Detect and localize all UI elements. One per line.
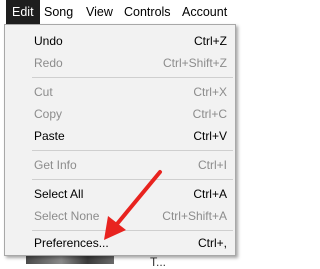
menu-bar: Edit Song View Controls Account xyxy=(0,0,241,24)
menu-item-shortcut: Ctrl+Z xyxy=(194,34,227,48)
menu-item-preferences[interactable]: Preferences... Ctrl+, xyxy=(5,232,235,254)
menu-item-select-all[interactable]: Select All Ctrl+A xyxy=(5,183,235,205)
menu-item-shortcut: Ctrl+Shift+Z xyxy=(162,56,227,70)
menu-item-label: Preferences... xyxy=(34,236,109,250)
menu-item-label: Copy xyxy=(34,107,63,121)
menu-account[interactable]: Account xyxy=(182,0,227,24)
menu-item-shortcut: Ctrl+X xyxy=(193,85,227,99)
menu-item-label: Get Info xyxy=(34,158,77,172)
menu-controls[interactable]: Controls xyxy=(124,0,171,24)
menu-item-copy[interactable]: Copy Ctrl+C xyxy=(5,103,235,125)
menu-separator xyxy=(32,150,233,151)
menu-item-label: Undo xyxy=(34,34,63,48)
menu-item-label: Select None xyxy=(34,209,100,223)
menu-item-shortcut: Ctrl+A xyxy=(193,187,227,201)
menu-item-get-info[interactable]: Get Info Ctrl+I xyxy=(5,154,235,176)
menu-item-shortcut: Ctrl+V xyxy=(193,129,227,143)
album-artwork xyxy=(26,256,114,264)
edit-menu-dropdown: Undo Ctrl+Z Redo Ctrl+Shift+Z Cut Ctrl+X… xyxy=(4,24,236,256)
menu-separator xyxy=(32,179,233,180)
menu-item-label: Redo xyxy=(34,56,63,70)
menu-item-select-none[interactable]: Select None Ctrl+Shift+A xyxy=(5,205,235,227)
menu-item-redo[interactable]: Redo Ctrl+Shift+Z xyxy=(5,52,235,74)
menu-item-shortcut: Ctrl+, xyxy=(197,236,227,250)
menu-item-label: Cut xyxy=(34,85,53,99)
menu-song[interactable]: Song xyxy=(44,0,73,24)
menu-separator xyxy=(32,77,233,78)
background-text: T... xyxy=(150,255,167,269)
menu-item-label: Select All xyxy=(34,187,84,201)
menu-view[interactable]: View xyxy=(86,0,113,24)
menu-item-label: Paste xyxy=(34,129,65,143)
menu-item-cut[interactable]: Cut Ctrl+X xyxy=(5,81,235,103)
menu-item-undo[interactable]: Undo Ctrl+Z xyxy=(5,30,235,52)
menu-item-paste[interactable]: Paste Ctrl+V xyxy=(5,125,235,147)
menu-edit[interactable]: Edit xyxy=(6,0,40,24)
menu-item-shortcut: Ctrl+C xyxy=(192,107,227,121)
menu-item-shortcut: Ctrl+I xyxy=(197,158,227,172)
menu-separator xyxy=(32,230,233,231)
menu-item-shortcut: Ctrl+Shift+A xyxy=(162,209,227,223)
